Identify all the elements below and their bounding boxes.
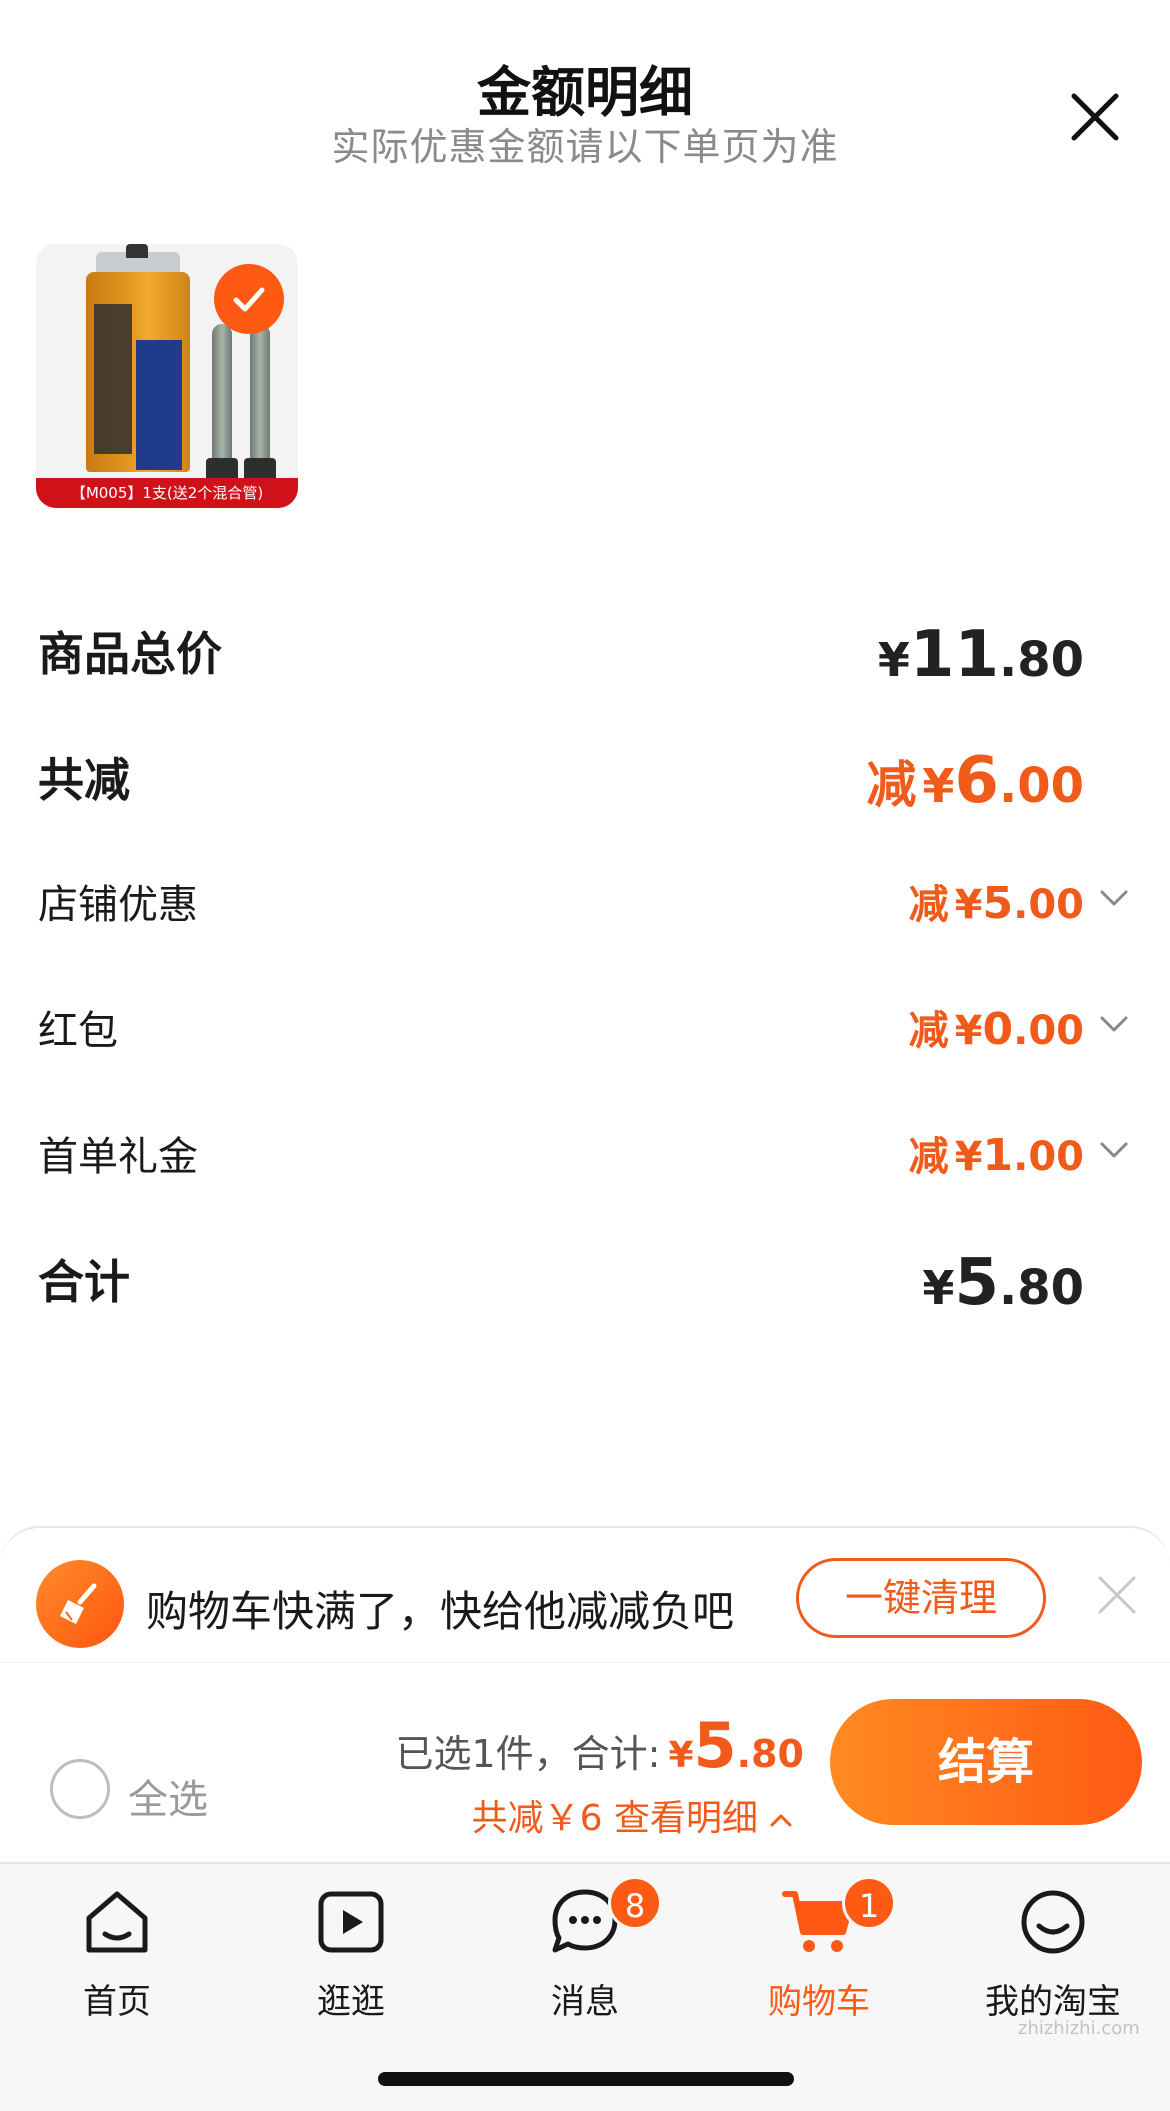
amount-decimal: .00 [1013, 1008, 1084, 1054]
total-discount-value: 减 ¥6.00 [866, 744, 1084, 818]
tab-cart[interactable]: 1 购物车 [702, 1876, 936, 2022]
currency-symbol: ¥ [954, 1134, 983, 1180]
page-subtitle: 实际优惠金额请以下单页为准 [331, 125, 839, 169]
tab-home[interactable]: 首页 [0, 1882, 234, 2022]
one-click-clean-button[interactable]: 一键清理 [796, 1558, 1046, 1638]
select-all-radio[interactable] [50, 1759, 110, 1819]
grand-total-label: 合计 [38, 1255, 130, 1309]
amount-detail-page: 金额明细 实际优惠金额请以下单页为准 【M005】1支(送2个混合管) 商品总价… [0, 0, 1170, 2111]
tube-label-blue [136, 340, 182, 470]
grand-total-value: ¥5.80 [922, 1246, 1084, 1320]
red-packet-label: 红包 [38, 1008, 118, 1054]
total-price-label: 商品总价 [38, 627, 222, 681]
discount-prefix: 减 [908, 882, 949, 928]
tab-label: 购物车 [768, 1982, 870, 2022]
checkout-bar: 全选 已选1件，合计: ¥5.80 共减￥6 查看明细 结算 [0, 1662, 1170, 1862]
tab-label: 逛逛 [317, 1982, 385, 2022]
shop-discount-value: 减 ¥5.00 [909, 872, 1084, 930]
cart-full-notice: 购物车快满了，快给他减减负吧 一键清理 [0, 1526, 1170, 1662]
watermark-text: zhizhizhi.com [1018, 2018, 1140, 2039]
row-grand-total: 合计 ¥5.80 [38, 1246, 1132, 1326]
red-packet-value: 减 ¥0.00 [909, 998, 1084, 1056]
notice-message: 购物车快满了，快给他减减负吧 [146, 1587, 735, 1636]
first-order-gift-label: 首单礼金 [38, 1134, 198, 1180]
tab-guangguang[interactable]: 逛逛 [234, 1882, 468, 2022]
tab-my-taobao[interactable]: 我的淘宝 [936, 1882, 1170, 2022]
row-total-price: 商品总价 ¥11.80 [38, 618, 1132, 698]
currency-symbol: ¥ [877, 633, 910, 687]
shop-discount-label: 店铺优惠 [38, 882, 198, 928]
profile-icon [1021, 1890, 1085, 1954]
product-thumbnail[interactable]: 【M005】1支(送2个混合管) [36, 244, 298, 508]
amount-decimal: .00 [1013, 1134, 1084, 1180]
currency-symbol: ¥ [922, 759, 955, 813]
amount-decimal: .00 [998, 758, 1084, 814]
selected-check-badge[interactable] [214, 264, 284, 334]
currency-symbol: ¥ [668, 1735, 694, 1776]
amount-decimal: .80 [998, 1260, 1084, 1316]
chevron-up-icon [770, 1814, 792, 1827]
amount-integer: 6 [954, 744, 999, 818]
currency-symbol: ¥ [954, 1008, 983, 1054]
play-icon [318, 1891, 384, 1953]
adhesive-tube-nozzle [126, 244, 148, 258]
selected-summary: 已选1件，合计: ¥5.80 [395, 1709, 804, 1782]
first-order-gift-value: 减 ¥1.00 [909, 1124, 1084, 1182]
total-integer: 5 [693, 1709, 737, 1782]
total-discount-label: 共减 [38, 753, 130, 807]
mixing-nozzle-image [212, 324, 232, 474]
discount-prefix: 减 [908, 1134, 949, 1180]
chevron-down-icon[interactable] [1096, 1132, 1132, 1168]
tab-label: 我的淘宝 [985, 1982, 1121, 2022]
amount-integer: 11 [909, 618, 999, 692]
discount-prefix: 减 [908, 1008, 949, 1054]
discount-prefix: 减 [866, 756, 917, 814]
product-sku-caption: 【M005】1支(送2个混合管) [36, 478, 298, 508]
currency-symbol: ¥ [922, 1261, 955, 1315]
discount-summary-text: 共减￥6 查看明细 [471, 1798, 758, 1839]
broom-icon [36, 1560, 124, 1648]
tab-label: 首页 [83, 1982, 151, 2022]
row-total-discount: 共减 减 ¥6.00 [38, 744, 1132, 824]
home-indicator[interactable] [378, 2072, 794, 2086]
close-icon[interactable] [1094, 1572, 1140, 1618]
row-red-packet[interactable]: 红包 减 ¥0.00 [38, 998, 1132, 1078]
row-first-order-gift[interactable]: 首单礼金 减 ¥1.00 [38, 1124, 1132, 1204]
tab-messages[interactable]: 8 消息 [468, 1876, 702, 2022]
mixing-nozzle-image [250, 324, 270, 474]
view-detail-link[interactable]: 共减￥6 查看明细 [472, 1789, 794, 1841]
amount-integer: 5 [954, 1246, 999, 1320]
row-shop-discount[interactable]: 店铺优惠 减 ¥5.00 [38, 872, 1132, 952]
total-price-value: ¥11.80 [878, 618, 1084, 692]
close-button[interactable] [1066, 88, 1124, 146]
amount-decimal: .00 [1013, 882, 1084, 928]
cart-count-badge: 1 [842, 1876, 896, 1930]
chevron-down-icon[interactable] [1096, 1006, 1132, 1042]
tube-label-dark [94, 304, 132, 454]
tab-label: 消息 [551, 1982, 619, 2022]
message-count-badge: 8 [608, 1876, 662, 1930]
currency-symbol: ¥ [954, 882, 983, 928]
amount-decimal: .80 [998, 632, 1084, 688]
check-icon [233, 287, 265, 312]
checkout-button[interactable]: 结算 [830, 1699, 1142, 1825]
chevron-down-icon[interactable] [1096, 880, 1132, 916]
total-decimal: .80 [736, 1732, 804, 1776]
amount-integer: 5 [982, 878, 1014, 929]
select-all-label[interactable]: 全选 [128, 1767, 208, 1825]
amount-integer: 0 [982, 1004, 1014, 1055]
selected-count-text: 已选1件，合计: [395, 1732, 661, 1776]
close-icon [1071, 93, 1119, 141]
home-icon [86, 1891, 148, 1953]
amount-integer: 1 [982, 1130, 1014, 1181]
